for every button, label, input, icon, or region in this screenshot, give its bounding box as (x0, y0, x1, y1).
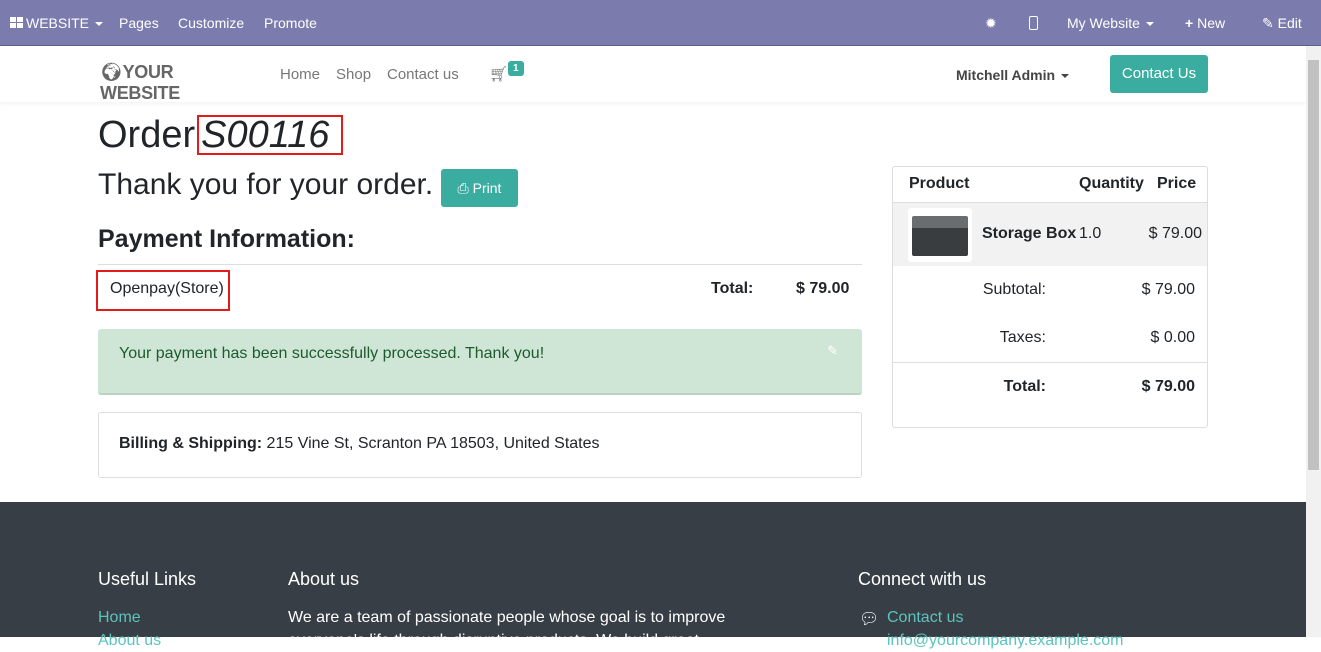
pencil-icon: ✎ (1262, 15, 1274, 31)
comment-icon: 💬︎ (859, 611, 880, 628)
contact-us-button[interactable]: Contact Us (1110, 55, 1208, 93)
printer-icon: ⎙ (457, 180, 469, 196)
grid-icon (10, 17, 23, 28)
site-selector[interactable]: My Website (1067, 15, 1154, 31)
footer-email-link[interactable]: info@yourcompany.example.com (887, 632, 1124, 650)
product-name[interactable]: Storage Box (982, 225, 1076, 243)
scrollbar[interactable] (1306, 46, 1321, 637)
footer: Useful Links About us Connect with us Ho… (0, 502, 1306, 651)
customize-menu[interactable]: Customize (178, 15, 244, 31)
cart-count-badge: 1 (508, 61, 524, 76)
highlight-box (197, 115, 343, 155)
pages-menu[interactable]: Pages (119, 15, 159, 31)
envelope-icon: ✉ (859, 634, 873, 651)
cart-icon[interactable]: 🛒︎ (489, 65, 508, 83)
highlight-box (96, 270, 230, 311)
total-label: Total: (711, 280, 754, 297)
editor-topbar: WEBSITE Pages Customize Promote ✹ My Web… (0, 0, 1321, 46)
edit-button[interactable]: ✎ Edit (1262, 15, 1302, 32)
order-summary: Product Quantity Price Storage Box 1.0 $… (892, 166, 1208, 428)
print-button[interactable]: ⎙ Print (441, 169, 518, 207)
footer-link-about[interactable]: About us (98, 632, 161, 650)
nav-home[interactable]: Home (280, 66, 320, 83)
footer-link-home[interactable]: Home (98, 609, 141, 627)
footer-contact-link[interactable]: Contact us (887, 609, 963, 627)
new-button[interactable]: + New (1185, 15, 1225, 31)
bug-icon[interactable]: ✹ (985, 15, 997, 32)
success-alert: Your payment has been successfully proce… (98, 329, 862, 395)
site-navbar: 🌍︎YOUR WEBSITE Home Shop Contact us 🛒︎ 1… (0, 46, 1306, 103)
user-menu[interactable]: Mitchell Admin (956, 67, 1070, 83)
thank-you-heading: Thank you for your order. (98, 168, 434, 201)
scrollbar-thumb[interactable] (1308, 60, 1319, 470)
pencil-icon[interactable]: ✎ (827, 343, 838, 359)
divider (98, 264, 862, 265)
globe-icon: 🌍︎ (100, 62, 123, 82)
nav-shop[interactable]: Shop (336, 66, 371, 83)
mobile-preview-icon[interactable] (1029, 16, 1038, 30)
plus-icon: + (1185, 15, 1194, 31)
site-logo[interactable]: 🌍︎YOUR WEBSITE (100, 62, 248, 103)
website-menu[interactable]: WEBSITE (10, 15, 104, 31)
product-image[interactable] (908, 208, 972, 262)
billing-card: Billing & Shipping: 215 Vine St, Scranto… (98, 412, 862, 478)
payment-heading: Payment Information: (98, 225, 355, 253)
promote-menu[interactable]: Promote (264, 15, 317, 31)
nav-contact[interactable]: Contact us (387, 66, 459, 83)
total-value: $ 79.00 (796, 280, 850, 297)
product-row: Storage Box 1.0 $ 79.00 (893, 202, 1207, 266)
